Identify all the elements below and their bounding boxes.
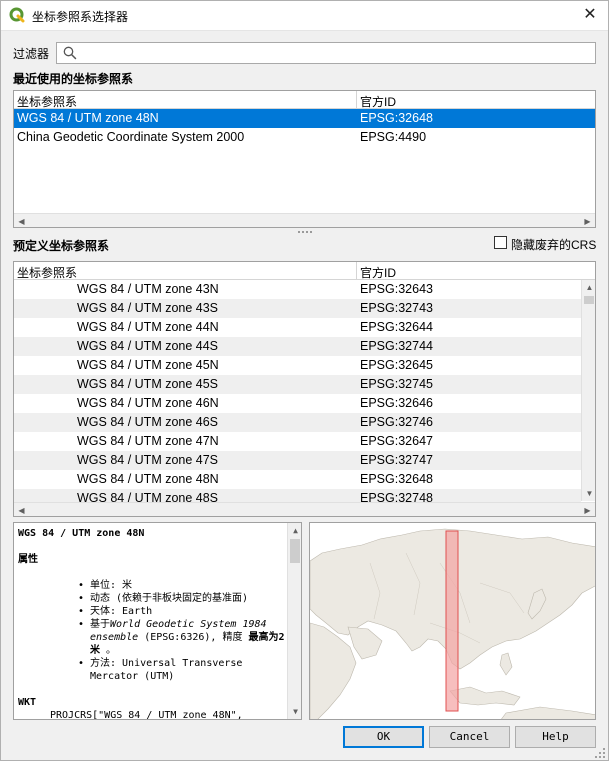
splitter-handle[interactable] (298, 229, 312, 235)
crs-id-cell: EPSG:32745 (360, 377, 433, 391)
table-row[interactable]: WGS 84 / UTM zone 47N EPSG:32647 (14, 432, 581, 451)
crs-name-cell: WGS 84 / UTM zone 45S (77, 377, 219, 391)
utm-zone-extent (445, 530, 459, 712)
crs-name-cell: WGS 84 / UTM zone 43S (77, 301, 219, 315)
resize-grip-icon[interactable] (594, 747, 606, 759)
crs-id-cell: EPSG:32645 (360, 358, 433, 372)
property-unit: 单位: 米 (78, 579, 286, 592)
filter-label: 过滤器 (13, 47, 50, 61)
crs-id-cell: EPSG:32648 (360, 472, 433, 486)
table-row[interactable]: WGS 84 / UTM zone 46S EPSG:32746 (14, 413, 581, 432)
column-header-id[interactable]: 官方ID (360, 93, 396, 110)
scroll-down-icon[interactable]: ▼ (288, 704, 301, 719)
column-header-id[interactable]: 官方ID (360, 264, 396, 281)
table-row[interactable]: WGS 84 / UTM zone 48N EPSG:32648 (14, 470, 581, 489)
scroll-up-icon[interactable]: ▲ (288, 523, 301, 538)
properties-list: 单位: 米 动态 (依赖于非板块固定的基准面) 天体: Earth 基于Worl… (18, 579, 286, 683)
hide-deprecated-checkbox[interactable] (494, 236, 507, 249)
hide-deprecated-label[interactable]: 隐藏废弃的CRS (511, 236, 596, 253)
table-row[interactable]: WGS 84 / UTM zone 43N EPSG:32643 (14, 280, 581, 299)
crs-name-cell: WGS 84 / UTM zone 48N (77, 472, 219, 486)
indonesia-landmass (449, 686, 521, 706)
scroll-left-icon[interactable]: ◀ (14, 503, 29, 516)
qgis-logo-icon (9, 7, 25, 23)
properties-heading: 属性 (18, 554, 38, 565)
close-button[interactable]: ✕ (578, 4, 602, 26)
table-row[interactable]: China Geodetic Coordinate System 2000 EP… (14, 128, 595, 147)
scrollbar-thumb[interactable] (584, 296, 594, 304)
crs-name-cell: WGS 84 / UTM zone 45N (77, 358, 219, 372)
recent-crs-title: 最近使用的坐标参照系 (13, 72, 134, 86)
horizontal-scrollbar[interactable]: ◀ ▶ (14, 213, 595, 227)
cancel-button[interactable]: Cancel (429, 726, 510, 748)
crs-name-cell: WGS 84 / UTM zone 43N (77, 282, 219, 296)
crs-details-name: WGS 84 / UTM zone 48N (18, 528, 145, 539)
property-dynamic: 动态 (依赖于非板块固定的基准面) (78, 592, 286, 605)
africa-landmass (310, 622, 357, 719)
table-row[interactable]: WGS 84 / UTM zone 46N EPSG:32646 (14, 394, 581, 413)
recent-crs-table[interactable]: 坐标参照系 官方ID WGS 84 / UTM zone 48N EPSG:32… (13, 90, 596, 228)
details-vertical-scrollbar[interactable]: ▲ ▼ (287, 523, 301, 719)
arabia-landmass (347, 626, 383, 660)
crs-name-cell: WGS 84 / UTM zone 44S (77, 339, 219, 353)
crs-id-cell: EPSG:32747 (360, 453, 433, 467)
crs-details-panel[interactable]: WGS 84 / UTM zone 48N 属性 单位: 米 动态 (依赖于非板… (13, 522, 302, 720)
vertical-scrollbar[interactable]: ▲ ▼ (581, 280, 595, 501)
wkt-heading: WKT (18, 697, 37, 708)
property-celestial: 天体: Earth (78, 605, 286, 618)
property-based-on: 基于World Geodetic System 1984 ensemble (E… (78, 618, 286, 657)
crs-name-cell: WGS 84 / UTM zone 47N (77, 434, 219, 448)
help-button[interactable]: Help (515, 726, 596, 748)
predefined-table-header: 坐标参照系 官方ID (14, 262, 595, 280)
predefined-crs-table[interactable]: 坐标参照系 官方ID WGS 84 / UTM zone 43N EPSG:326… (13, 261, 596, 517)
australia-landmass (501, 706, 595, 719)
table-row[interactable]: WGS 84 / UTM zone 45S EPSG:32745 (14, 375, 581, 394)
property-method: 方法: Universal Transverse Mercator (UTM) (78, 657, 286, 683)
crs-id-cell: EPSG:4490 (360, 130, 427, 144)
horizontal-scrollbar[interactable]: ◀ ▶ (14, 502, 595, 516)
table-row[interactable]: WGS 84 / UTM zone 44N EPSG:32644 (14, 318, 581, 337)
table-row[interactable]: WGS 84 / UTM zone 45N EPSG:32645 (14, 356, 581, 375)
crs-name-cell: WGS 84 / UTM zone 46N (77, 396, 219, 410)
crs-id-cell: EPSG:32644 (360, 320, 433, 334)
scroll-up-icon[interactable]: ▲ (582, 280, 595, 295)
scroll-left-icon[interactable]: ◀ (14, 214, 29, 227)
wkt-text: PROJCRS["WGS 84 / UTM zone 48N", (50, 710, 243, 720)
crs-extent-map[interactable] (309, 522, 596, 720)
table-row[interactable]: WGS 84 / UTM zone 47S EPSG:32747 (14, 451, 581, 470)
crs-id-cell: EPSG:32643 (360, 282, 433, 296)
recent-table-header: 坐标参照系 官方ID (14, 91, 595, 109)
scrollbar-thumb[interactable] (290, 539, 300, 563)
crs-name-cell: WGS 84 / UTM zone 46S (77, 415, 219, 429)
crs-name-cell: China Geodetic Coordinate System 2000 (17, 130, 245, 144)
crs-id-cell: EPSG:32743 (360, 301, 433, 315)
crs-id-cell: EPSG:32647 (360, 434, 433, 448)
column-header-crs[interactable]: 坐标参照系 (17, 93, 77, 110)
filter-input[interactable] (56, 42, 596, 64)
table-row[interactable]: WGS 84 / UTM zone 43S EPSG:32743 (14, 299, 581, 318)
philippines-landmass (499, 652, 513, 676)
crs-id-cell: EPSG:32646 (360, 396, 433, 410)
search-icon (63, 46, 77, 60)
crs-name-cell: WGS 84 / UTM zone 47S (77, 453, 219, 467)
scroll-right-icon[interactable]: ▶ (580, 214, 595, 227)
world-map-canvas (310, 528, 595, 719)
crs-name-cell: WGS 84 / UTM zone 48N (17, 111, 159, 125)
crs-id-cell: EPSG:32648 (360, 111, 433, 125)
crs-id-cell: EPSG:32746 (360, 415, 433, 429)
table-row[interactable]: WGS 84 / UTM zone 44S EPSG:32744 (14, 337, 581, 356)
ok-button[interactable]: OK (343, 726, 424, 748)
window-title: 坐标参照系选择器 (32, 10, 129, 24)
crs-id-cell: EPSG:32744 (360, 339, 433, 353)
column-header-crs[interactable]: 坐标参照系 (17, 264, 77, 281)
predefined-crs-title: 预定义坐标参照系 (13, 239, 110, 253)
crs-name-cell: WGS 84 / UTM zone 44N (77, 320, 219, 334)
scroll-right-icon[interactable]: ▶ (580, 503, 595, 516)
scroll-down-icon[interactable]: ▼ (582, 486, 595, 501)
table-row[interactable]: WGS 84 / UTM zone 48N EPSG:32648 (14, 109, 595, 128)
